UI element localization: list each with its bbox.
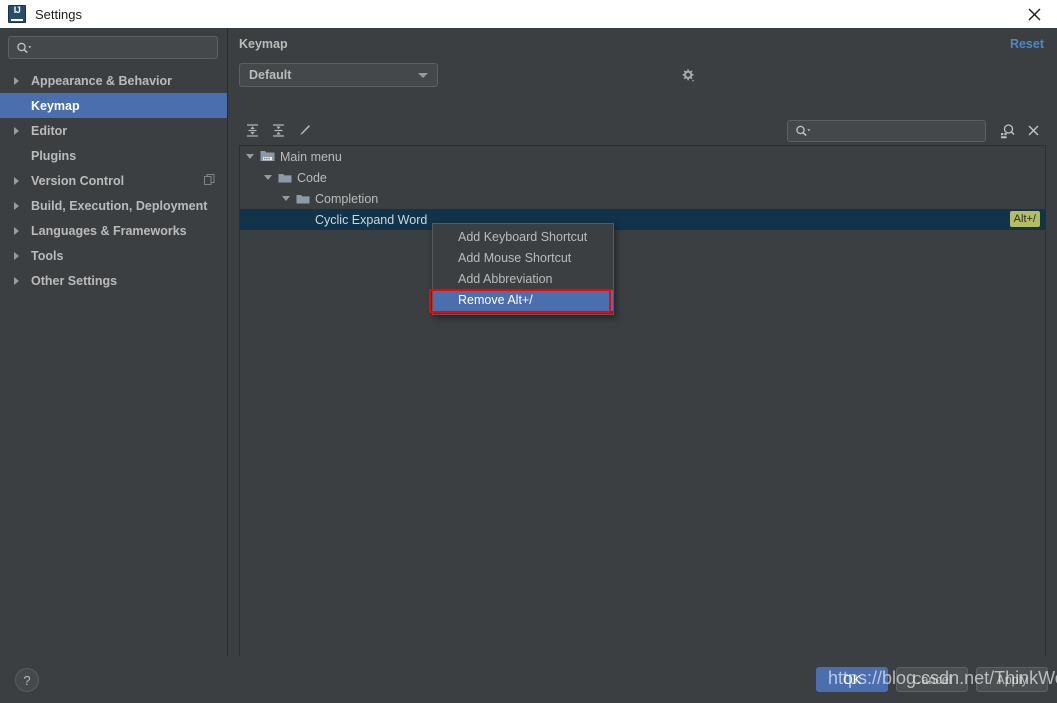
keymap-tree[interactable]: Main menu Code Completion Cyclic Expand Wor… (239, 145, 1046, 672)
reset-link[interactable]: Reset (1010, 37, 1044, 51)
ok-button[interactable]: OK (816, 667, 888, 692)
intellij-idea-icon (8, 5, 26, 23)
search-icon (16, 42, 32, 54)
search-icon (795, 125, 811, 137)
cancel-button[interactable]: Cancel (896, 667, 968, 692)
settings-sidebar: Appearance & Behavior Keymap Editor Plugins… (0, 28, 228, 656)
sidebar-item-label: Version Control (31, 173, 125, 188)
keymap-search-box[interactable] (787, 119, 986, 142)
folder-icon (278, 172, 292, 184)
sidebar-item-label: Editor (31, 123, 68, 138)
status-badge: Alt+/ (1009, 211, 1040, 227)
keymap-search-input[interactable] (811, 123, 985, 138)
tree-row[interactable]: Main menu (240, 146, 1045, 167)
sidebar-item-tools[interactable]: Tools (0, 243, 227, 268)
chevron-right-icon[interactable] (14, 77, 26, 85)
chevron-right-icon[interactable] (14, 177, 26, 185)
sidebar-item-other-settings[interactable]: Other Settings (0, 268, 227, 293)
sidebar-item-keymap[interactable]: Keymap (0, 93, 227, 118)
collapse-all-icon[interactable] (265, 119, 291, 143)
keymap-panel: Keymap Reset Default Main menu Code Comp… (228, 28, 1057, 672)
sidebar-item-label: Keymap (31, 98, 80, 113)
sidebar-search-input[interactable] (32, 40, 217, 55)
menu-item-add-keyboard-shortcut[interactable]: Add Keyboard Shortcut (433, 227, 613, 248)
sidebar-item-label: Appearance & Behavior (31, 73, 173, 88)
close-icon[interactable] (1020, 119, 1046, 143)
tree-row-label: Code (297, 170, 327, 185)
sidebar-item-editor[interactable]: Editor (0, 118, 227, 143)
menu-item-remove-alt[interactable]: Remove Alt+/ (433, 290, 613, 311)
chevron-down-icon[interactable] (246, 154, 254, 159)
chevron-right-icon[interactable] (14, 252, 26, 260)
dialog-buttons: OK Cancel Apply (816, 667, 1048, 692)
chevron-down-icon[interactable] (264, 175, 272, 180)
menu-item-add-mouse-shortcut[interactable]: Add Mouse Shortcut (433, 248, 613, 269)
sidebar-item-label: Build, Execution, Deployment (31, 198, 208, 213)
sidebar-item-appearance-behavior[interactable]: Appearance & Behavior (0, 68, 227, 93)
sidebar-item-label: Tools (31, 248, 64, 263)
folder-icon (296, 193, 310, 205)
menu-item-add-abbreviation[interactable]: Add Abbreviation (433, 269, 613, 290)
context-menu: Add Keyboard Shortcut Add Mouse Shortcut A… (432, 223, 614, 315)
page-title: Keymap (239, 37, 288, 51)
sidebar-item-version-control[interactable]: Version Control (0, 168, 227, 193)
sidebar-item-label: Plugins (31, 148, 77, 163)
tree-row[interactable]: Cyclic Expand Word Alt+/ (240, 209, 1045, 230)
chevron-down-icon (418, 72, 428, 78)
find-by-shortcut-icon[interactable] (994, 119, 1020, 143)
tree-row-label: Main menu (280, 149, 342, 164)
help-button[interactable]: ? (15, 668, 39, 692)
keymap-select[interactable]: Default (239, 63, 438, 87)
gear-icon[interactable] (676, 64, 698, 86)
main-menu-folder-icon (260, 150, 275, 163)
tree-row[interactable]: Code (240, 167, 1045, 188)
title-bar: Settings (0, 0, 1057, 29)
chevron-right-icon[interactable] (14, 277, 26, 285)
keymap-select-value: Default (249, 68, 292, 82)
dialog-footer: ? OK Cancel Apply (0, 656, 1057, 703)
chevron-right-icon[interactable] (14, 202, 26, 210)
sidebar-item-plugins[interactable]: Plugins (0, 143, 227, 168)
chevron-down-icon[interactable] (282, 196, 290, 201)
settings-dialog: Settings Appearance & Behavior Keymap Edit… (0, 0, 1057, 703)
sidebar-item-list: Appearance & Behavior Keymap Editor Plugins… (0, 68, 227, 293)
sidebar-item-build-execution-deployment[interactable]: Build, Execution, Deployment (0, 193, 227, 218)
pencil-edit-icon[interactable] (291, 119, 317, 143)
sidebar-item-label: Other Settings (31, 273, 118, 288)
chevron-right-icon[interactable] (14, 127, 26, 135)
keymap-toolbar (239, 116, 1046, 145)
chevron-right-icon[interactable] (14, 227, 26, 235)
copy-icon (204, 174, 215, 186)
sidebar-search-box[interactable] (8, 36, 218, 59)
tree-row-label: Cyclic Expand Word (315, 212, 428, 227)
expand-all-icon[interactable] (239, 119, 265, 143)
window-title: Settings (35, 6, 82, 22)
tree-row-label: Completion (315, 191, 379, 206)
apply-button[interactable]: Apply (976, 667, 1048, 692)
sidebar-item-languages-frameworks[interactable]: Languages & Frameworks (0, 218, 227, 243)
close-icon[interactable] (1011, 0, 1057, 28)
sidebar-item-label: Languages & Frameworks (31, 223, 187, 238)
tree-row[interactable]: Completion (240, 188, 1045, 209)
